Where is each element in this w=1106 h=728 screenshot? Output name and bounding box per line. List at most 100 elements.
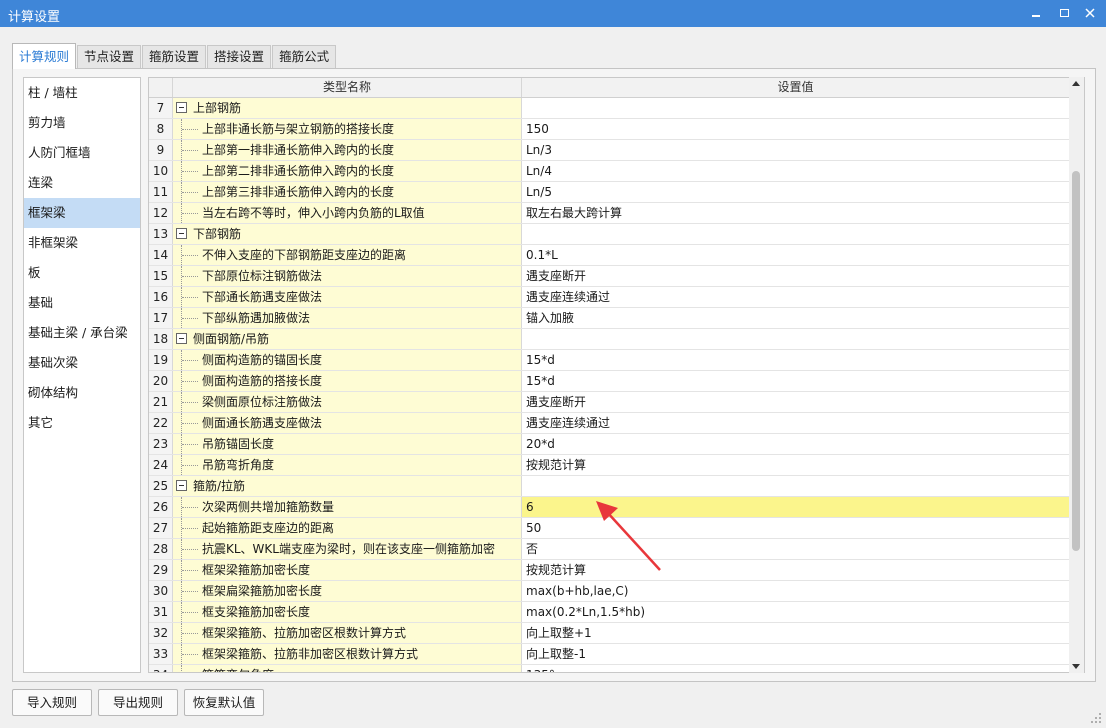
type-name-cell[interactable]: 框架梁箍筋加密长度 xyxy=(173,560,522,580)
column-header-setting-value[interactable]: 设置值 xyxy=(522,78,1069,97)
sidebar-item-civil-defense-wall[interactable]: 人防门框墙 xyxy=(24,138,140,168)
table-row[interactable]: 24 吊筋弯折角度 按规范计算 xyxy=(149,455,1069,476)
type-name-cell[interactable]: 上部第一排非通长筋伸入跨内的长度 xyxy=(173,140,522,160)
sidebar-item-other[interactable]: 其它 xyxy=(24,408,140,438)
table-row[interactable]: 31 框支梁箍筋加密长度 max(0.2*Ln,1.5*hb) xyxy=(149,602,1069,623)
setting-value-cell[interactable]: 遇支座断开 xyxy=(522,266,1069,286)
table-row[interactable]: 15 下部原位标注钢筋做法 遇支座断开 xyxy=(149,266,1069,287)
table-row[interactable]: 27 起始箍筋距支座边的距离 50 xyxy=(149,518,1069,539)
setting-value-cell[interactable]: 按规范计算 xyxy=(522,560,1069,580)
collapse-minus-icon[interactable] xyxy=(176,480,187,491)
sidebar-item-frame-beam[interactable]: 框架梁 xyxy=(24,198,140,228)
type-name-cell[interactable]: 箍筋/拉筋 xyxy=(173,476,522,496)
table-row[interactable]: 29 框架梁箍筋加密长度 按规范计算 xyxy=(149,560,1069,581)
collapse-minus-icon[interactable] xyxy=(176,228,187,239)
table-row[interactable]: 34 箍筋弯勾角度 135° xyxy=(149,665,1069,672)
type-name-cell[interactable]: 侧面通长筋遇支座做法 xyxy=(173,413,522,433)
sidebar-item-shear-wall[interactable]: 剪力墙 xyxy=(24,108,140,138)
type-name-cell[interactable]: 上部第三排非通长筋伸入跨内的长度 xyxy=(173,182,522,202)
setting-value-cell[interactable]: 遇支座连续通过 xyxy=(522,287,1069,307)
type-name-cell[interactable]: 框架扁梁箍筋加密长度 xyxy=(173,581,522,601)
type-name-cell[interactable]: 下部原位标注钢筋做法 xyxy=(173,266,522,286)
type-name-cell[interactable]: 框架梁箍筋、拉筋非加密区根数计算方式 xyxy=(173,644,522,664)
setting-value-cell[interactable]: 取左右最大跨计算 xyxy=(522,203,1069,223)
type-name-cell[interactable]: 下部通长筋遇支座做法 xyxy=(173,287,522,307)
table-row[interactable]: 10 上部第二排非通长筋伸入跨内的长度 Ln/4 xyxy=(149,161,1069,182)
table-row[interactable]: 20 侧面构造筋的搭接长度 15*d xyxy=(149,371,1069,392)
grid-vertical-scrollbar[interactable] xyxy=(1069,77,1084,673)
setting-value-cell[interactable]: max(0.2*Ln,1.5*hb) xyxy=(522,602,1069,622)
type-name-cell[interactable]: 箍筋弯勾角度 xyxy=(173,665,522,672)
minimize-button[interactable] xyxy=(1026,4,1046,22)
collapse-minus-icon[interactable] xyxy=(176,333,187,344)
setting-value-cell[interactable]: max(b+hb,lae,C) xyxy=(522,581,1069,601)
table-row[interactable]: 14 不伸入支座的下部钢筋距支座边的距离 0.1*L xyxy=(149,245,1069,266)
type-name-cell[interactable]: 吊筋锚固长度 xyxy=(173,434,522,454)
table-row[interactable]: 11 上部第三排非通长筋伸入跨内的长度 Ln/5 xyxy=(149,182,1069,203)
sidebar-item-coupling-beam[interactable]: 连梁 xyxy=(24,168,140,198)
setting-value-cell[interactable]: 遇支座断开 xyxy=(522,392,1069,412)
sidebar-item-foundation[interactable]: 基础 xyxy=(24,288,140,318)
type-name-cell[interactable]: 侧面构造筋的搭接长度 xyxy=(173,371,522,391)
group-row[interactable]: 13 下部钢筋 xyxy=(149,224,1069,245)
setting-value-cell[interactable] xyxy=(522,98,1069,118)
type-name-cell[interactable]: 当左右跨不等时，伸入小跨内负筋的L取值 xyxy=(173,203,522,223)
setting-value-cell[interactable]: Ln/4 xyxy=(522,161,1069,181)
table-row[interactable]: 28 抗震KL、WKL端支座为梁时，则在该支座一侧箍筋加密 否 xyxy=(149,539,1069,560)
table-row[interactable]: 26 次梁两侧共增加箍筋数量 6 xyxy=(149,497,1069,518)
sidebar-item-slab[interactable]: 板 xyxy=(24,258,140,288)
type-name-cell[interactable]: 上部第二排非通长筋伸入跨内的长度 xyxy=(173,161,522,181)
type-name-cell[interactable]: 起始箍筋距支座边的距离 xyxy=(173,518,522,538)
scrollbar-thumb[interactable] xyxy=(1072,171,1080,551)
setting-value-cell[interactable]: 向上取整+1 xyxy=(522,623,1069,643)
close-button[interactable] xyxy=(1080,4,1100,22)
column-header-type-name[interactable]: 类型名称 xyxy=(173,78,522,97)
sidebar-item-non-frame-beam[interactable]: 非框架梁 xyxy=(24,228,140,258)
sidebar-item-foundation-main-beam[interactable]: 基础主梁 / 承台梁 xyxy=(24,318,140,348)
tab-calc-rules[interactable]: 计算规则 xyxy=(12,43,77,69)
table-row[interactable]: 8 上部非通长筋与架立钢筋的搭接长度 150 xyxy=(149,119,1069,140)
type-name-cell[interactable]: 上部非通长筋与架立钢筋的搭接长度 xyxy=(173,119,522,139)
type-name-cell[interactable]: 次梁两侧共增加箍筋数量 xyxy=(173,497,522,517)
setting-value-cell[interactable]: 向上取整-1 xyxy=(522,644,1069,664)
type-name-cell[interactable]: 侧面钢筋/吊筋 xyxy=(173,329,522,349)
setting-value-cell[interactable]: 50 xyxy=(522,518,1069,538)
setting-value-cell[interactable]: 6 xyxy=(522,497,1069,517)
setting-value-cell[interactable]: 15*d xyxy=(522,350,1069,370)
restore-defaults-button[interactable]: 恢复默认值 xyxy=(184,689,264,716)
group-row[interactable]: 7 上部钢筋 xyxy=(149,98,1069,119)
export-rules-button[interactable]: 导出规则 xyxy=(98,689,178,716)
table-row[interactable]: 21 梁侧面原位标注筋做法 遇支座断开 xyxy=(149,392,1069,413)
setting-value-cell[interactable]: 135° xyxy=(522,665,1069,672)
scroll-down-icon[interactable] xyxy=(1072,664,1080,669)
table-row[interactable]: 23 吊筋锚固长度 20*d xyxy=(149,434,1069,455)
table-row[interactable]: 19 侧面构造筋的锚固长度 15*d xyxy=(149,350,1069,371)
scroll-up-icon[interactable] xyxy=(1072,81,1080,86)
group-row[interactable]: 18 侧面钢筋/吊筋 xyxy=(149,329,1069,350)
table-row[interactable]: 9 上部第一排非通长筋伸入跨内的长度 Ln/3 xyxy=(149,140,1069,161)
tab-node-settings[interactable]: 节点设置 xyxy=(77,45,142,69)
setting-value-cell[interactable]: 锚入加腋 xyxy=(522,308,1069,328)
collapse-minus-icon[interactable] xyxy=(176,102,187,113)
type-name-cell[interactable]: 下部钢筋 xyxy=(173,224,522,244)
resize-grip-icon[interactable] xyxy=(1090,712,1102,724)
table-row[interactable]: 32 框架梁箍筋、拉筋加密区根数计算方式 向上取整+1 xyxy=(149,623,1069,644)
type-name-cell[interactable]: 下部纵筋遇加腋做法 xyxy=(173,308,522,328)
setting-value-cell[interactable]: 20*d xyxy=(522,434,1069,454)
setting-value-cell[interactable] xyxy=(522,224,1069,244)
import-rules-button[interactable]: 导入规则 xyxy=(12,689,92,716)
setting-value-cell[interactable]: 遇支座连续通过 xyxy=(522,413,1069,433)
setting-value-cell[interactable]: 按规范计算 xyxy=(522,455,1069,475)
table-row[interactable]: 12 当左右跨不等时，伸入小跨内负筋的L取值 取左右最大跨计算 xyxy=(149,203,1069,224)
table-row[interactable]: 16 下部通长筋遇支座做法 遇支座连续通过 xyxy=(149,287,1069,308)
tab-stirrup-settings[interactable]: 箍筋设置 xyxy=(142,45,207,69)
setting-value-cell[interactable]: 150 xyxy=(522,119,1069,139)
maximize-button[interactable] xyxy=(1054,4,1074,22)
type-name-cell[interactable]: 上部钢筋 xyxy=(173,98,522,118)
table-row[interactable]: 17 下部纵筋遇加腋做法 锚入加腋 xyxy=(149,308,1069,329)
setting-value-cell[interactable] xyxy=(522,476,1069,496)
tab-stirrup-formula[interactable]: 箍筋公式 xyxy=(272,45,337,69)
setting-value-cell[interactable]: Ln/5 xyxy=(522,182,1069,202)
setting-value-cell[interactable]: 0.1*L xyxy=(522,245,1069,265)
setting-value-cell[interactable]: 15*d xyxy=(522,371,1069,391)
